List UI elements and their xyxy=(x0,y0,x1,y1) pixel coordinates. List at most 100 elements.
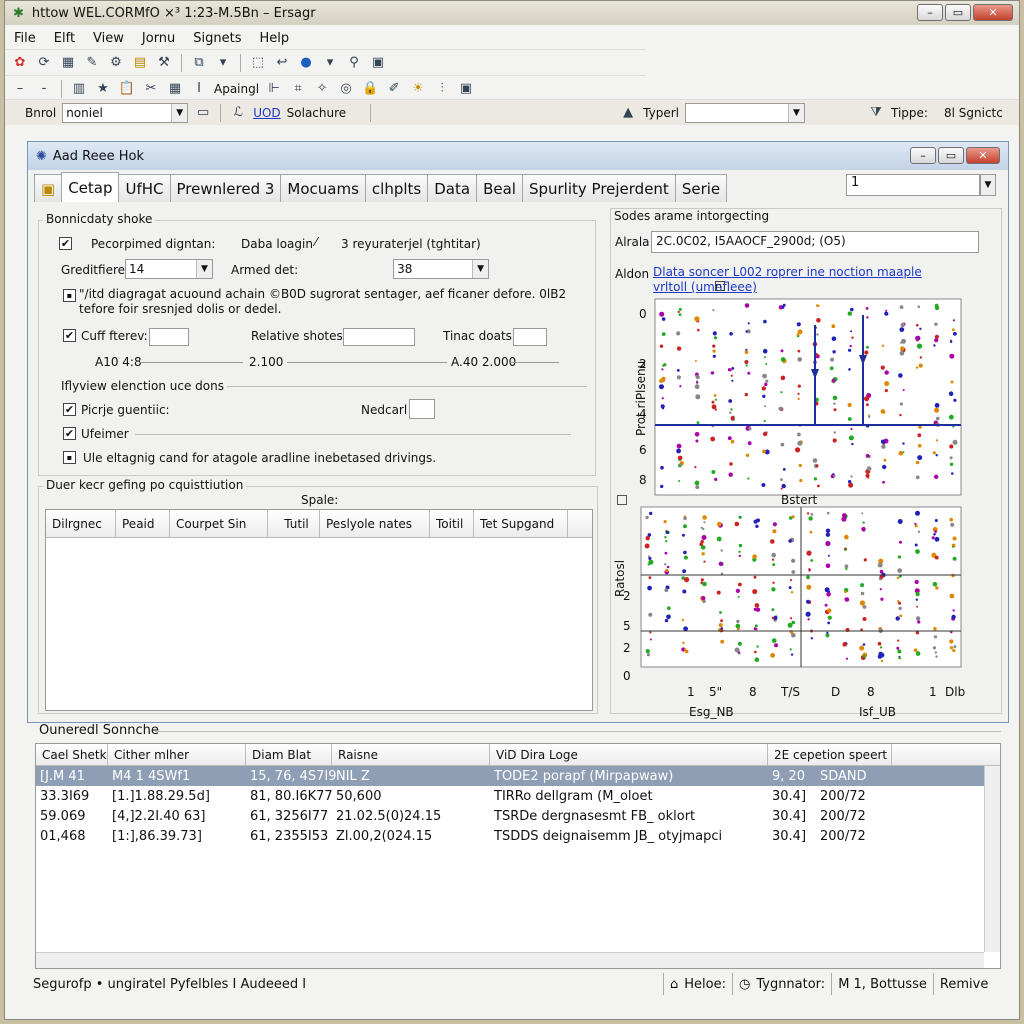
child-close-button[interactable]: ✕ xyxy=(966,147,1000,164)
ufeimer-checkbox[interactable]: ✔ xyxy=(63,427,76,440)
column-header[interactable]: Raisne xyxy=(332,744,490,765)
star-icon[interactable]: ★ xyxy=(94,80,112,98)
pecorpimed-checkbox[interactable]: ✔ xyxy=(59,237,72,250)
minimize-button[interactable]: – xyxy=(917,4,943,21)
list-row[interactable]: 33.3I69 [1.]1.88.29.5d] 81, 80.I6K77 50,… xyxy=(36,786,1000,806)
grid-icon[interactable]: ▦ xyxy=(166,80,184,98)
column-header[interactable]: Peslyole nates xyxy=(320,510,430,537)
menu-view[interactable]: View xyxy=(84,31,133,46)
external-link-icon[interactable]: ▫ xyxy=(715,281,725,291)
menu-help[interactable]: Help xyxy=(251,31,299,46)
tab-spurlity[interactable]: Spurlity Prejerdent xyxy=(521,174,676,202)
refresh-icon[interactable]: ⟳ xyxy=(35,54,53,72)
box-icon[interactable]: ▣ xyxy=(457,80,475,98)
list-row[interactable]: [J.M 41 M4 1 4SWf1 15, 76, 4S7I9 NIL Z T… xyxy=(36,766,1000,786)
image-icon[interactable]: ▦ xyxy=(59,54,77,72)
list-row[interactable]: 59.069 [4,]2.2I.40 63] 61, 3256I77 21.02… xyxy=(36,806,1000,826)
tools-icon[interactable]: ⚒ xyxy=(155,54,173,72)
section-divider xyxy=(227,386,587,387)
tinac-input[interactable] xyxy=(513,328,547,346)
use-line-checkbox[interactable]: ▪ xyxy=(63,451,76,464)
tab-prewnlered[interactable]: Prewnlered 3 xyxy=(169,174,282,202)
text-cursor-icon[interactable]: I xyxy=(190,80,208,98)
plot-dot xyxy=(771,638,777,643)
typer-combo[interactable]: ▼ xyxy=(685,102,806,123)
tab-clhplts[interactable]: clhplts xyxy=(364,174,429,202)
child-minimize-button[interactable]: – xyxy=(910,147,936,164)
column-header[interactable]: 2E cepetion speert xyxy=(768,744,892,765)
column-header[interactable]: Dilrgnec xyxy=(46,510,116,537)
select-icon[interactable]: ⬚ xyxy=(249,54,267,72)
greditiere-combo[interactable]: 14 ▼ xyxy=(125,259,213,279)
format-icon[interactable]: ⊩ xyxy=(265,80,283,98)
tab-data[interactable]: Data xyxy=(427,174,478,202)
column-header[interactable]: Toitil xyxy=(430,510,474,537)
close-button[interactable]: ✕ xyxy=(973,4,1013,21)
palette-icon[interactable]: ✿ xyxy=(11,54,29,72)
cuff-input[interactable] xyxy=(149,328,189,346)
alrala-input[interactable]: 2C.0C02, I5AAOCF_2900d; (O5) xyxy=(651,231,979,253)
tab-mocuams[interactable]: Mocuams xyxy=(280,174,366,202)
column-header[interactable]: Cither mlher xyxy=(108,744,246,765)
picrje-checkbox[interactable]: ✔ xyxy=(63,403,76,416)
chart-icon[interactable]: ⫶ xyxy=(433,80,451,98)
tag-icon[interactable]: ⌗ xyxy=(289,80,307,98)
list-row[interactable]: 01,468 [1:],86.39.73] 61, 2355I53 Zl.00,… xyxy=(36,826,1000,846)
minus-icon[interactable]: – xyxy=(11,80,29,98)
relative-input[interactable] xyxy=(343,328,415,346)
maximize-button[interactable]: ▭ xyxy=(945,4,971,21)
clipboard-icon[interactable]: 📋 xyxy=(118,80,136,98)
column-header[interactable]: Diam Blat xyxy=(246,744,332,765)
tab-cetap[interactable]: Cetap xyxy=(61,172,120,202)
pin-icon[interactable]: ⚲ xyxy=(345,54,363,72)
lock-icon[interactable]: 🔒 xyxy=(361,80,379,98)
cut-icon[interactable]: ✂ xyxy=(142,80,160,98)
tab-icon-button[interactable]: ▣ xyxy=(34,174,63,202)
wand-icon[interactable]: ✧ xyxy=(313,80,331,98)
link-icon[interactable]: ↩ xyxy=(273,54,291,72)
dropdown-icon[interactable]: ▾ xyxy=(214,54,232,72)
menu-jornu[interactable]: Jornu xyxy=(133,31,184,46)
edit-icon[interactable]: ✎ xyxy=(83,54,101,72)
sun-icon[interactable]: ☀ xyxy=(409,80,427,98)
dropdown-icon[interactable]: ▾ xyxy=(321,54,339,72)
nedcarl-input[interactable] xyxy=(409,399,435,419)
note-checkbox[interactable]: ▪ xyxy=(63,289,76,302)
target-icon[interactable]: ◎ xyxy=(337,80,355,98)
column-header[interactable]: Tutil xyxy=(268,510,320,537)
column-header[interactable]: Peaid xyxy=(116,510,170,537)
menu-file[interactable]: File xyxy=(5,31,45,46)
vertical-scrollbar[interactable] xyxy=(984,766,1000,952)
column-header[interactable]: ViD Dira Loge xyxy=(490,744,768,765)
plot-dot xyxy=(647,533,652,537)
plot-dot xyxy=(790,591,794,594)
pen-icon[interactable]: ✐ xyxy=(385,80,403,98)
grid-header: Dilrgnec Peaid Courpet Sin Tutil Peslyol… xyxy=(46,510,592,538)
child-maximize-button[interactable]: ▭ xyxy=(938,147,964,164)
save-icon[interactable]: ▥ xyxy=(70,80,88,98)
cuff-checkbox[interactable]: ✔ xyxy=(63,329,76,342)
aldon-link[interactable]: Dlata soncer L002 roprer ine noction maa… xyxy=(653,265,923,295)
circle-icon[interactable]: ● xyxy=(297,54,315,72)
spin-arrow-icon[interactable]: ▼ xyxy=(980,174,996,196)
settings-icon[interactable]: ⚙ xyxy=(107,54,125,72)
uod-link[interactable]: UOD xyxy=(253,106,280,120)
armed-combo[interactable]: 38 ▼ xyxy=(393,259,490,279)
column-header[interactable]: Tet Supgand xyxy=(474,510,568,537)
column-header[interactable]: Cael Shetk xyxy=(36,744,108,765)
tab-serie[interactable]: Serie xyxy=(674,174,728,202)
menu-edit[interactable]: Elft xyxy=(45,31,84,46)
spin-input[interactable]: 1 xyxy=(846,174,980,196)
column-header[interactable]: Courpet Sin xyxy=(170,510,268,537)
italic-icon[interactable]: ℒ xyxy=(229,104,247,122)
monitor-icon[interactable]: ▣ xyxy=(369,54,387,72)
window-icon[interactable]: ⧉ xyxy=(190,54,208,72)
tab-beal[interactable]: Beal xyxy=(476,174,523,202)
menu-signets[interactable]: Signets xyxy=(184,31,250,46)
note-icon[interactable]: ▤ xyxy=(131,54,149,72)
blank-button[interactable]: ▭ xyxy=(194,104,212,122)
dash-icon[interactable]: - xyxy=(35,80,53,98)
tab-ufhc[interactable]: UfHC xyxy=(118,174,171,202)
horizontal-scrollbar[interactable] xyxy=(36,952,984,968)
bnrol-combo[interactable]: noniel ▼ xyxy=(62,102,189,123)
